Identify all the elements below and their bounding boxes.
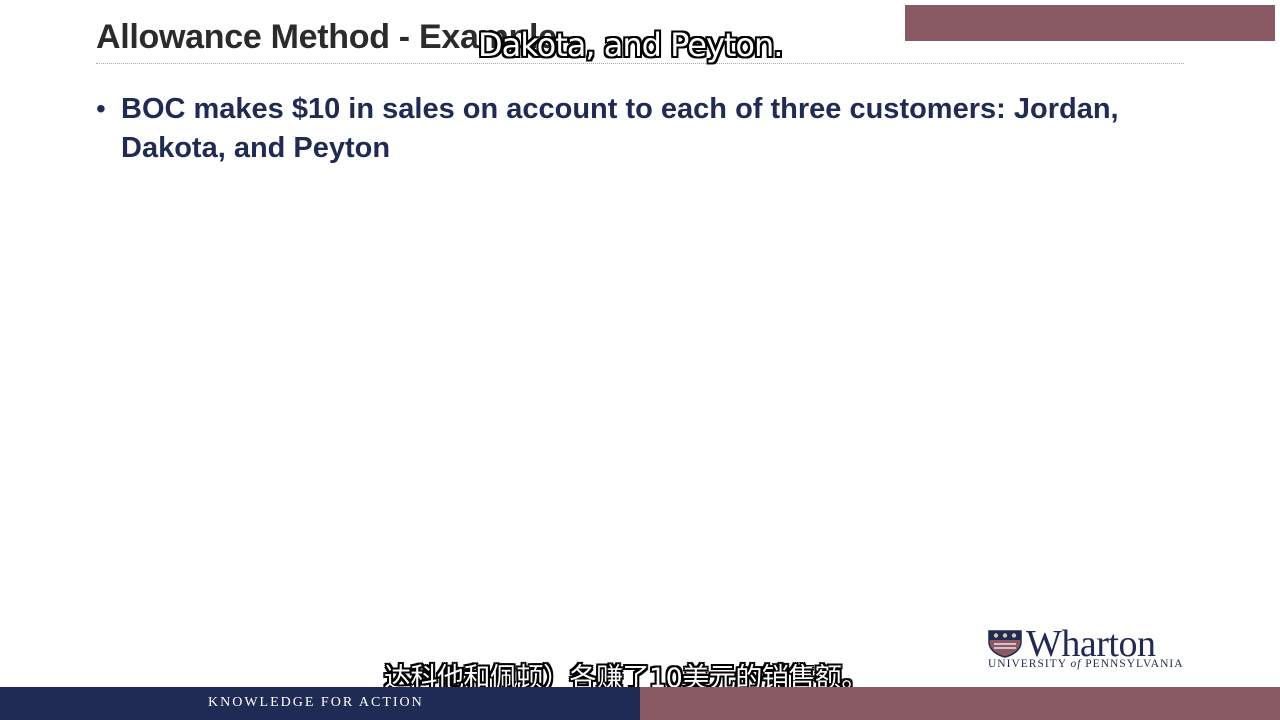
logo-university-of: of — [1070, 658, 1082, 670]
bullet-item: • BOC makes $10 in sales on account to e… — [96, 90, 1186, 168]
bullet-dot-icon: • — [96, 93, 106, 124]
bullet-list: • BOC makes $10 in sales on account to e… — [96, 90, 1186, 168]
wharton-logo: Wharton UNIVERSITY of PENNSYLVANIA — [986, 624, 1196, 676]
shield-icon — [988, 630, 1022, 658]
logo-university-prefix: UNIVERSITY — [988, 658, 1067, 670]
logo-university-line: UNIVERSITY of PENNSYLVANIA — [988, 658, 1184, 670]
subtitle-english: Dakota, and Peyton. — [478, 26, 783, 64]
footer-bar-left: KNOWLEDGE FOR ACTION — [0, 687, 640, 720]
bullet-text: BOC makes $10 in sales on account to eac… — [121, 93, 1119, 164]
footer-bar-right — [640, 687, 1280, 720]
slide: Allowance Method - Example • BOC makes $… — [0, 0, 1280, 720]
footer-tagline: KNOWLEDGE FOR ACTION — [208, 695, 424, 710]
watermark-banner — [905, 5, 1275, 41]
logo-university-suffix: PENNSYLVANIA — [1085, 658, 1184, 670]
